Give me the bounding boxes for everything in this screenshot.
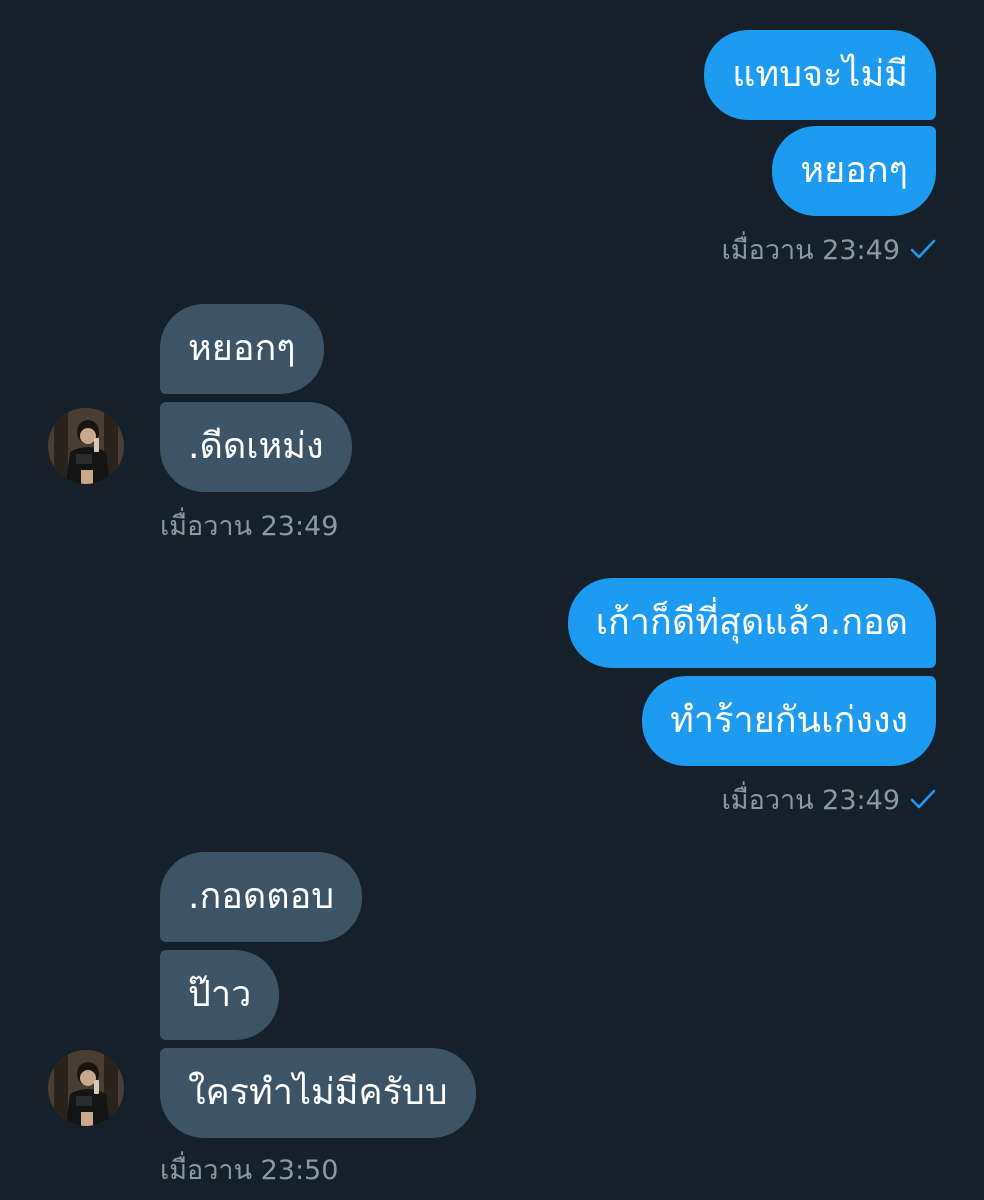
timestamp-text: เมื่อวาน 23:49 [721,785,900,816]
incoming-message[interactable]: หยอกๆ [160,304,324,394]
outgoing-message[interactable]: แทบจะไม่มี [704,30,936,120]
message-timestamp: เมื่อวาน 23:49 [722,784,936,819]
conversation-view: แทบจะไม่มี หยอกๆ เมื่อวาน 23:49 หยอกๆ .ด… [0,0,984,1200]
timestamp-text: เมื่อวาน 23:50 [160,1155,339,1186]
incoming-message[interactable]: ป๊าว [160,950,280,1040]
message-timestamp: เมื่อวาน 23:50 [160,1154,338,1188]
timestamp-text: เมื่อวาน 23:49 [160,511,339,542]
message-timestamp: เมื่อวาน 23:49 [722,234,936,269]
incoming-message[interactable]: .ดีดเหม่ง [160,402,352,492]
incoming-message[interactable]: .กอดตอบ [160,852,363,942]
check-icon [910,235,936,269]
message-timestamp: เมื่อวาน 23:49 [160,510,338,544]
avatar[interactable] [48,1050,124,1126]
incoming-message[interactable]: ใครทำไม่มีครับบ [160,1048,476,1138]
outgoing-message[interactable]: เก้าก็ดีที่สุดแล้ว.กอด [567,578,936,668]
outgoing-message[interactable]: ทำร้ายกันเก่งงง [642,676,936,766]
check-icon [910,785,936,819]
timestamp-text: เมื่อวาน 23:49 [721,235,900,266]
avatar[interactable] [48,408,124,484]
outgoing-message[interactable]: หยอกๆ [772,126,936,216]
